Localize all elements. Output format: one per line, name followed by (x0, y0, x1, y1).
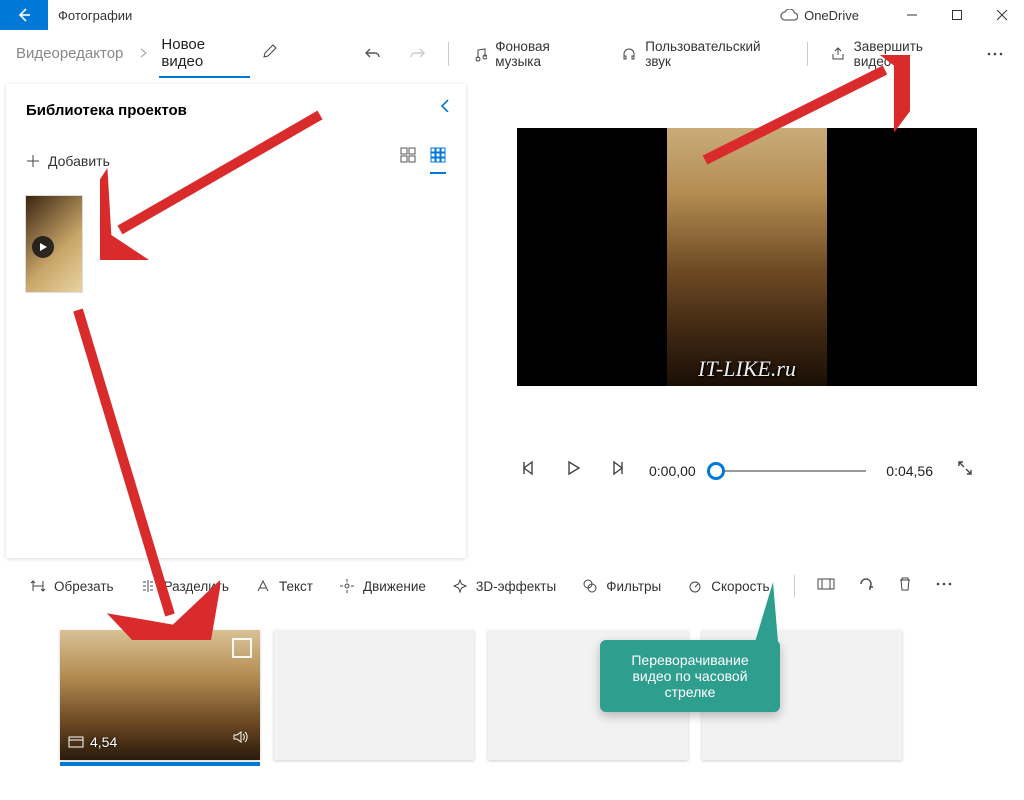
filters-button[interactable]: Фильтры (572, 574, 671, 598)
volume-icon[interactable] (232, 729, 250, 750)
add-media-button[interactable]: Добавить (26, 153, 110, 169)
storyboard-clip[interactable]: 4,54 (60, 630, 260, 760)
filters-label: Фильтры (606, 579, 661, 594)
text-button[interactable]: Текст (245, 574, 323, 598)
storyboard-slot-empty[interactable] (702, 630, 902, 760)
undo-button[interactable] (354, 39, 392, 69)
video-frame-image (667, 128, 827, 386)
next-frame-button[interactable] (605, 456, 629, 485)
redo-button[interactable] (398, 39, 436, 69)
preview-panel: IT-LIKE.ru 0:00,00 0:04,56 (476, 84, 1018, 558)
clip-checkbox[interactable] (232, 638, 252, 658)
bg-music-label: Фоновая музыка (495, 39, 595, 69)
collapse-library-button[interactable] (438, 98, 452, 117)
minimize-button[interactable] (889, 0, 934, 30)
finish-video-label: Завершить видео (854, 39, 960, 69)
toolbar: Видеоредактор Новое видео Фоновая музыка… (0, 30, 1024, 78)
split-button[interactable]: Разделить (130, 574, 239, 598)
rename-button[interactable] (256, 37, 284, 70)
aspect-button[interactable] (809, 572, 843, 601)
duration-icon (68, 736, 84, 748)
prev-frame-button[interactable] (517, 456, 541, 485)
motion-button[interactable]: Движение (329, 574, 436, 598)
3d-label: 3D-эффекты (476, 579, 556, 594)
view-small-grid-button[interactable] (430, 147, 446, 174)
time-total: 0:04,56 (886, 463, 933, 479)
library-clip-thumb[interactable] (26, 196, 82, 292)
text-label: Текст (279, 579, 313, 594)
watermark-text: IT-LIKE.ru (698, 356, 796, 382)
split-icon (140, 578, 156, 594)
titlebar: Фотографии OneDrive (0, 0, 1024, 30)
motion-label: Движение (363, 579, 426, 594)
custom-audio-button[interactable]: Пользовательский звук (611, 33, 794, 75)
bg-music-button[interactable]: Фоновая музыка (461, 33, 605, 75)
clip-duration: 4,54 (90, 734, 117, 750)
breadcrumb-prev[interactable]: Видеоредактор (10, 39, 129, 68)
headset-icon (621, 46, 637, 62)
cloud-icon (780, 9, 798, 21)
storyboard: 4,54 (0, 608, 1024, 770)
close-button[interactable] (979, 0, 1024, 30)
speed-icon (687, 578, 703, 594)
playback-controls: 0:00,00 0:04,56 (517, 456, 977, 485)
back-button[interactable] (0, 0, 48, 30)
play-button[interactable] (561, 456, 585, 485)
music-icon (471, 46, 487, 62)
main-area: Библиотека проектов Добавить (0, 78, 1024, 558)
seek-thumb[interactable] (707, 462, 725, 480)
library-title: Библиотека проектов (26, 102, 446, 119)
export-icon (830, 46, 846, 62)
more-button[interactable] (976, 40, 1014, 68)
add-label: Добавить (48, 153, 110, 169)
maximize-button[interactable] (934, 0, 979, 30)
onedrive-status[interactable]: OneDrive (780, 8, 859, 23)
project-library-panel: Библиотека проектов Добавить (6, 84, 466, 558)
breadcrumb-current[interactable]: Новое видео (159, 30, 250, 78)
onedrive-label: OneDrive (804, 8, 859, 23)
video-preview[interactable]: IT-LIKE.ru (517, 128, 977, 386)
fullscreen-button[interactable] (953, 456, 977, 485)
storyboard-toolbar: Обрезать Разделить Текст Движение 3D-эфф… (0, 564, 1024, 608)
plus-icon (26, 154, 40, 168)
trim-icon (30, 578, 46, 594)
filters-icon (582, 578, 598, 594)
separator (794, 575, 795, 597)
rotate-button[interactable] (849, 571, 883, 602)
storyboard-slot-empty[interactable] (274, 630, 474, 760)
seek-slider[interactable] (716, 470, 867, 472)
sparkle-icon (452, 578, 468, 594)
trim-button[interactable]: Обрезать (20, 574, 124, 598)
storyboard-slot-empty[interactable] (488, 630, 688, 760)
app-title: Фотографии (58, 8, 132, 23)
separator (807, 42, 808, 66)
3d-effects-button[interactable]: 3D-эффекты (442, 574, 566, 598)
view-large-grid-button[interactable] (400, 147, 416, 174)
motion-icon (339, 578, 355, 594)
time-current: 0:00,00 (649, 463, 696, 479)
finish-video-button[interactable]: Завершить видео (820, 33, 970, 75)
separator (448, 42, 449, 66)
trim-label: Обрезать (54, 579, 114, 594)
speed-label: Скорость (711, 579, 769, 594)
arrow-left-icon (16, 7, 32, 23)
storyboard-more-button[interactable] (927, 572, 961, 601)
chevron-right-icon (135, 45, 153, 63)
play-icon (32, 236, 54, 258)
clip-progress-bar (60, 762, 260, 766)
custom-audio-label: Пользовательский звук (645, 39, 784, 69)
text-icon (255, 578, 271, 594)
delete-button[interactable] (889, 572, 921, 601)
split-label: Разделить (164, 579, 229, 594)
speed-button[interactable]: Скорость (677, 574, 779, 598)
